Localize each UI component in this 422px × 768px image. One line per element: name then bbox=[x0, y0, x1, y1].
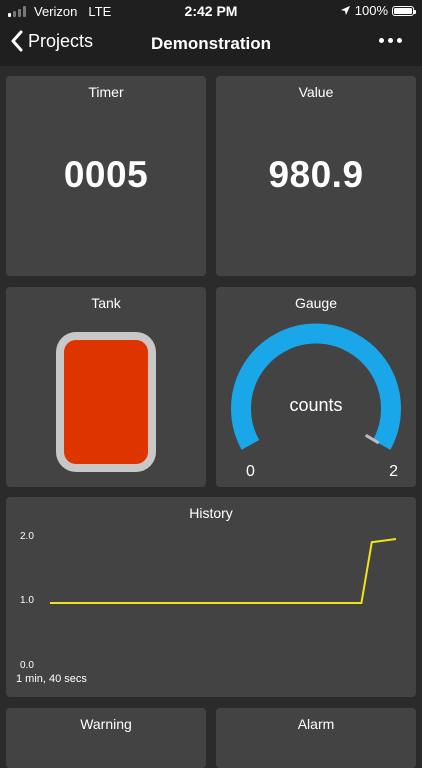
chevron-left-icon bbox=[11, 30, 23, 52]
gauge-widget[interactable]: Gauge counts 0 2 bbox=[216, 287, 416, 487]
tank-title: Tank bbox=[91, 295, 121, 311]
timer-title: Timer bbox=[88, 84, 124, 100]
gauge-units: counts bbox=[289, 395, 343, 415]
status-right: 100% bbox=[340, 3, 416, 18]
gauge-max-label: 2 bbox=[389, 463, 398, 480]
ellipsis-icon[interactable] bbox=[379, 38, 402, 43]
status-bar: Verizon LTE 2:42 PM 100% bbox=[0, 0, 422, 22]
value-title: Value bbox=[298, 84, 334, 100]
nav-bar: Projects Demonstration bbox=[0, 22, 422, 66]
history-series-line bbox=[50, 538, 397, 604]
timer-value: 0005 bbox=[63, 154, 149, 195]
history-widget[interactable]: History 2.0 1.0 0.0 1 min, 40 secs bbox=[6, 497, 416, 697]
alarm-title: Alarm bbox=[297, 716, 335, 732]
battery-icon bbox=[392, 5, 416, 16]
back-button[interactable]: Projects bbox=[10, 30, 93, 52]
gauge-arc bbox=[231, 323, 401, 450]
timer-widget[interactable]: Timer 0005 bbox=[6, 76, 206, 276]
value-widget[interactable]: Value 980.9 bbox=[216, 76, 416, 276]
tank-frame bbox=[56, 332, 156, 472]
warning-title: Warning bbox=[80, 716, 132, 732]
gauge-min-label: 0 bbox=[246, 463, 255, 480]
gauge-dial bbox=[231, 323, 401, 450]
history-chart bbox=[50, 538, 397, 604]
value-display: 980.9 bbox=[268, 154, 364, 195]
location-arrow-icon bbox=[340, 5, 350, 16]
tank-widget[interactable]: Tank bbox=[6, 287, 206, 487]
tank-fill bbox=[64, 340, 148, 464]
back-button-label: Projects bbox=[28, 30, 94, 51]
history-duration: 1 min, 40 secs bbox=[16, 673, 87, 685]
warning-widget[interactable]: Warning bbox=[6, 708, 206, 768]
battery-percent: 100% bbox=[354, 3, 388, 18]
alarm-widget[interactable]: Alarm bbox=[216, 708, 416, 768]
